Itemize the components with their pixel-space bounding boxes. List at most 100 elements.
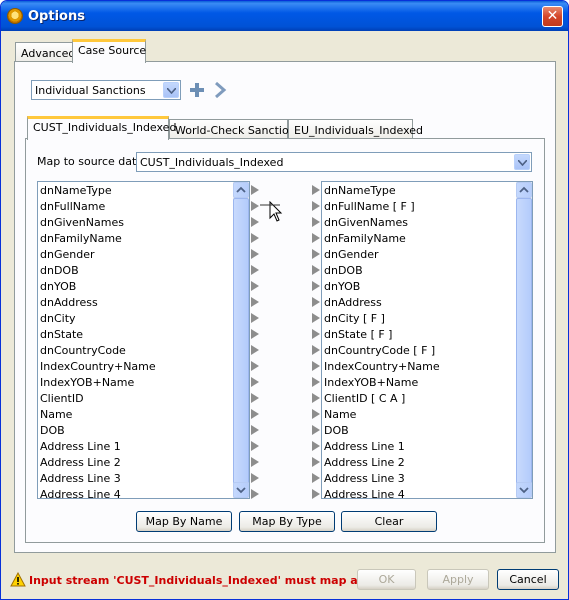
list-item[interactable]: dnCity [ F ] <box>324 311 385 327</box>
connector-arrow-icon[interactable] <box>251 297 259 307</box>
connector-arrow-icon[interactable] <box>251 425 259 435</box>
list-item[interactable]: dnFullName [ F ] <box>324 199 415 215</box>
connector-arrow-icon[interactable] <box>251 457 259 467</box>
connector-arrow-icon[interactable] <box>312 281 320 291</box>
connector-arrow-icon[interactable] <box>251 441 259 451</box>
list-item[interactable]: IndexYOB+Name <box>324 375 418 391</box>
connector-arrow-icon[interactable] <box>312 377 320 387</box>
close-button[interactable]: ✕ <box>542 6 563 27</box>
scroll-thumb[interactable] <box>516 198 532 484</box>
connector-arrow-icon[interactable] <box>312 345 320 355</box>
connector-arrow-icon[interactable] <box>312 329 320 339</box>
list-item[interactable]: dnYOB <box>324 279 360 295</box>
title-bar[interactable]: Options ✕ <box>1 1 568 31</box>
connector-arrow-icon[interactable] <box>312 425 320 435</box>
list-item[interactable]: dnGivenNames <box>40 215 124 231</box>
connector-arrow-icon[interactable] <box>251 249 259 259</box>
list-item[interactable]: dnCountryCode <box>40 343 126 359</box>
list-item[interactable]: Address Line 3 <box>324 471 405 487</box>
list-item[interactable]: Address Line 2 <box>40 455 121 471</box>
tab-cust-individuals-indexed[interactable]: CUST_Individuals_Indexed <box>27 116 176 140</box>
source-field-list[interactable]: dnNameType dnFullName [ F ] dnGivenNames dn… <box>321 181 533 499</box>
list-item[interactable]: dnState <box>40 327 83 343</box>
connector-arrow-icon[interactable] <box>251 345 259 355</box>
tab-case-source[interactable]: Case Source <box>72 39 146 63</box>
list-item[interactable]: dnCountryCode [ F ] <box>324 343 435 359</box>
list-item[interactable]: dnFullName <box>40 199 105 215</box>
list-item[interactable]: Address Line 4 <box>324 487 405 498</box>
connector-arrow-icon[interactable] <box>312 393 320 403</box>
list-item[interactable]: dnAddress <box>40 295 98 311</box>
ok-button[interactable]: OK <box>357 569 416 590</box>
connector-arrow-icon[interactable] <box>312 249 320 259</box>
connector-arrow-icon[interactable] <box>251 185 259 195</box>
scroll-thumb[interactable] <box>233 198 249 484</box>
clear-button[interactable]: Clear <box>341 511 437 532</box>
list-item[interactable]: dnAddress <box>324 295 382 311</box>
connector-arrow-icon[interactable] <box>251 393 259 403</box>
chevron-right-icon[interactable] <box>214 82 228 98</box>
connector-arrow-icon[interactable] <box>251 473 259 483</box>
list-item[interactable]: dnGender <box>40 247 95 263</box>
list-item[interactable]: IndexCountry+Name <box>40 359 156 375</box>
source-select[interactable]: Individual Sanctions <box>31 80 181 100</box>
connector-arrow-icon[interactable] <box>312 201 320 211</box>
connector-arrow-icon[interactable] <box>312 361 320 371</box>
list-item[interactable]: ClientID [ C A ] <box>324 391 405 407</box>
connector-arrow-icon[interactable] <box>312 473 320 483</box>
list-item[interactable]: DOB <box>324 423 349 439</box>
scroll-up-button[interactable] <box>516 182 532 198</box>
list-item[interactable]: dnNameType <box>40 183 112 199</box>
connector-arrow-icon[interactable] <box>251 313 259 323</box>
map-by-name-button[interactable]: Map By Name <box>136 511 232 532</box>
scrollbar[interactable] <box>516 182 532 498</box>
list-item[interactable]: dnDOB <box>40 263 79 279</box>
connector-arrow-icon[interactable] <box>251 281 259 291</box>
list-item[interactable]: dnFamilyName <box>324 231 406 247</box>
list-item[interactable]: dnGender <box>324 247 379 263</box>
list-item[interactable]: IndexYOB+Name <box>40 375 134 391</box>
connector-arrow-icon[interactable] <box>251 217 259 227</box>
apply-button[interactable]: Apply <box>427 569 489 590</box>
connector-arrow-icon[interactable] <box>312 217 320 227</box>
list-item[interactable]: Name <box>324 407 356 423</box>
chevron-down-icon[interactable] <box>514 154 530 170</box>
connector-arrow-icon[interactable] <box>312 313 320 323</box>
list-item[interactable]: Address Line 1 <box>324 439 405 455</box>
connector-arrow-icon[interactable] <box>312 441 320 451</box>
connector-arrow-icon[interactable] <box>251 377 259 387</box>
scroll-down-button[interactable] <box>516 482 532 498</box>
scroll-down-button[interactable] <box>233 482 249 498</box>
list-item[interactable]: dnState [ F ] <box>324 327 392 343</box>
connector-arrow-icon[interactable] <box>312 265 320 275</box>
list-item[interactable]: DOB <box>40 423 65 439</box>
list-item[interactable]: Name <box>40 407 72 423</box>
connector-arrow-icon[interactable] <box>251 329 259 339</box>
scrollbar[interactable] <box>233 182 249 498</box>
connector-arrow-icon[interactable] <box>251 233 259 243</box>
scroll-up-button[interactable] <box>233 182 249 198</box>
connector-arrow-icon[interactable] <box>251 409 259 419</box>
connector-arrow-icon[interactable] <box>251 489 259 499</box>
connector-arrow-icon[interactable] <box>312 489 320 499</box>
connector-arrow-icon[interactable] <box>251 361 259 371</box>
connector-arrow-icon[interactable] <box>312 409 320 419</box>
chevron-down-icon[interactable] <box>163 82 179 98</box>
list-item[interactable]: dnYOB <box>40 279 76 295</box>
list-item[interactable]: ClientID <box>40 391 84 407</box>
map-by-type-button[interactable]: Map By Type <box>239 511 335 532</box>
list-item[interactable]: dnDOB <box>324 263 363 279</box>
list-item[interactable]: Address Line 3 <box>40 471 121 487</box>
connector-arrow-icon[interactable] <box>312 297 320 307</box>
input-field-list[interactable]: dnNameType dnFullName dnGivenNames dnFamily… <box>37 181 250 499</box>
list-item[interactable]: Address Line 4 <box>40 487 121 498</box>
list-item[interactable]: dnFamilyName <box>40 231 122 247</box>
list-item[interactable]: IndexCountry+Name <box>324 359 440 375</box>
list-item[interactable]: dnCity <box>40 311 76 327</box>
connector-arrow-icon[interactable] <box>251 265 259 275</box>
list-item[interactable]: Address Line 2 <box>324 455 405 471</box>
list-item[interactable]: dnGivenNames <box>324 215 408 231</box>
cancel-button[interactable]: Cancel <box>497 569 559 590</box>
connector-arrow-icon[interactable] <box>312 233 320 243</box>
list-item[interactable]: Address Line 1 <box>40 439 121 455</box>
